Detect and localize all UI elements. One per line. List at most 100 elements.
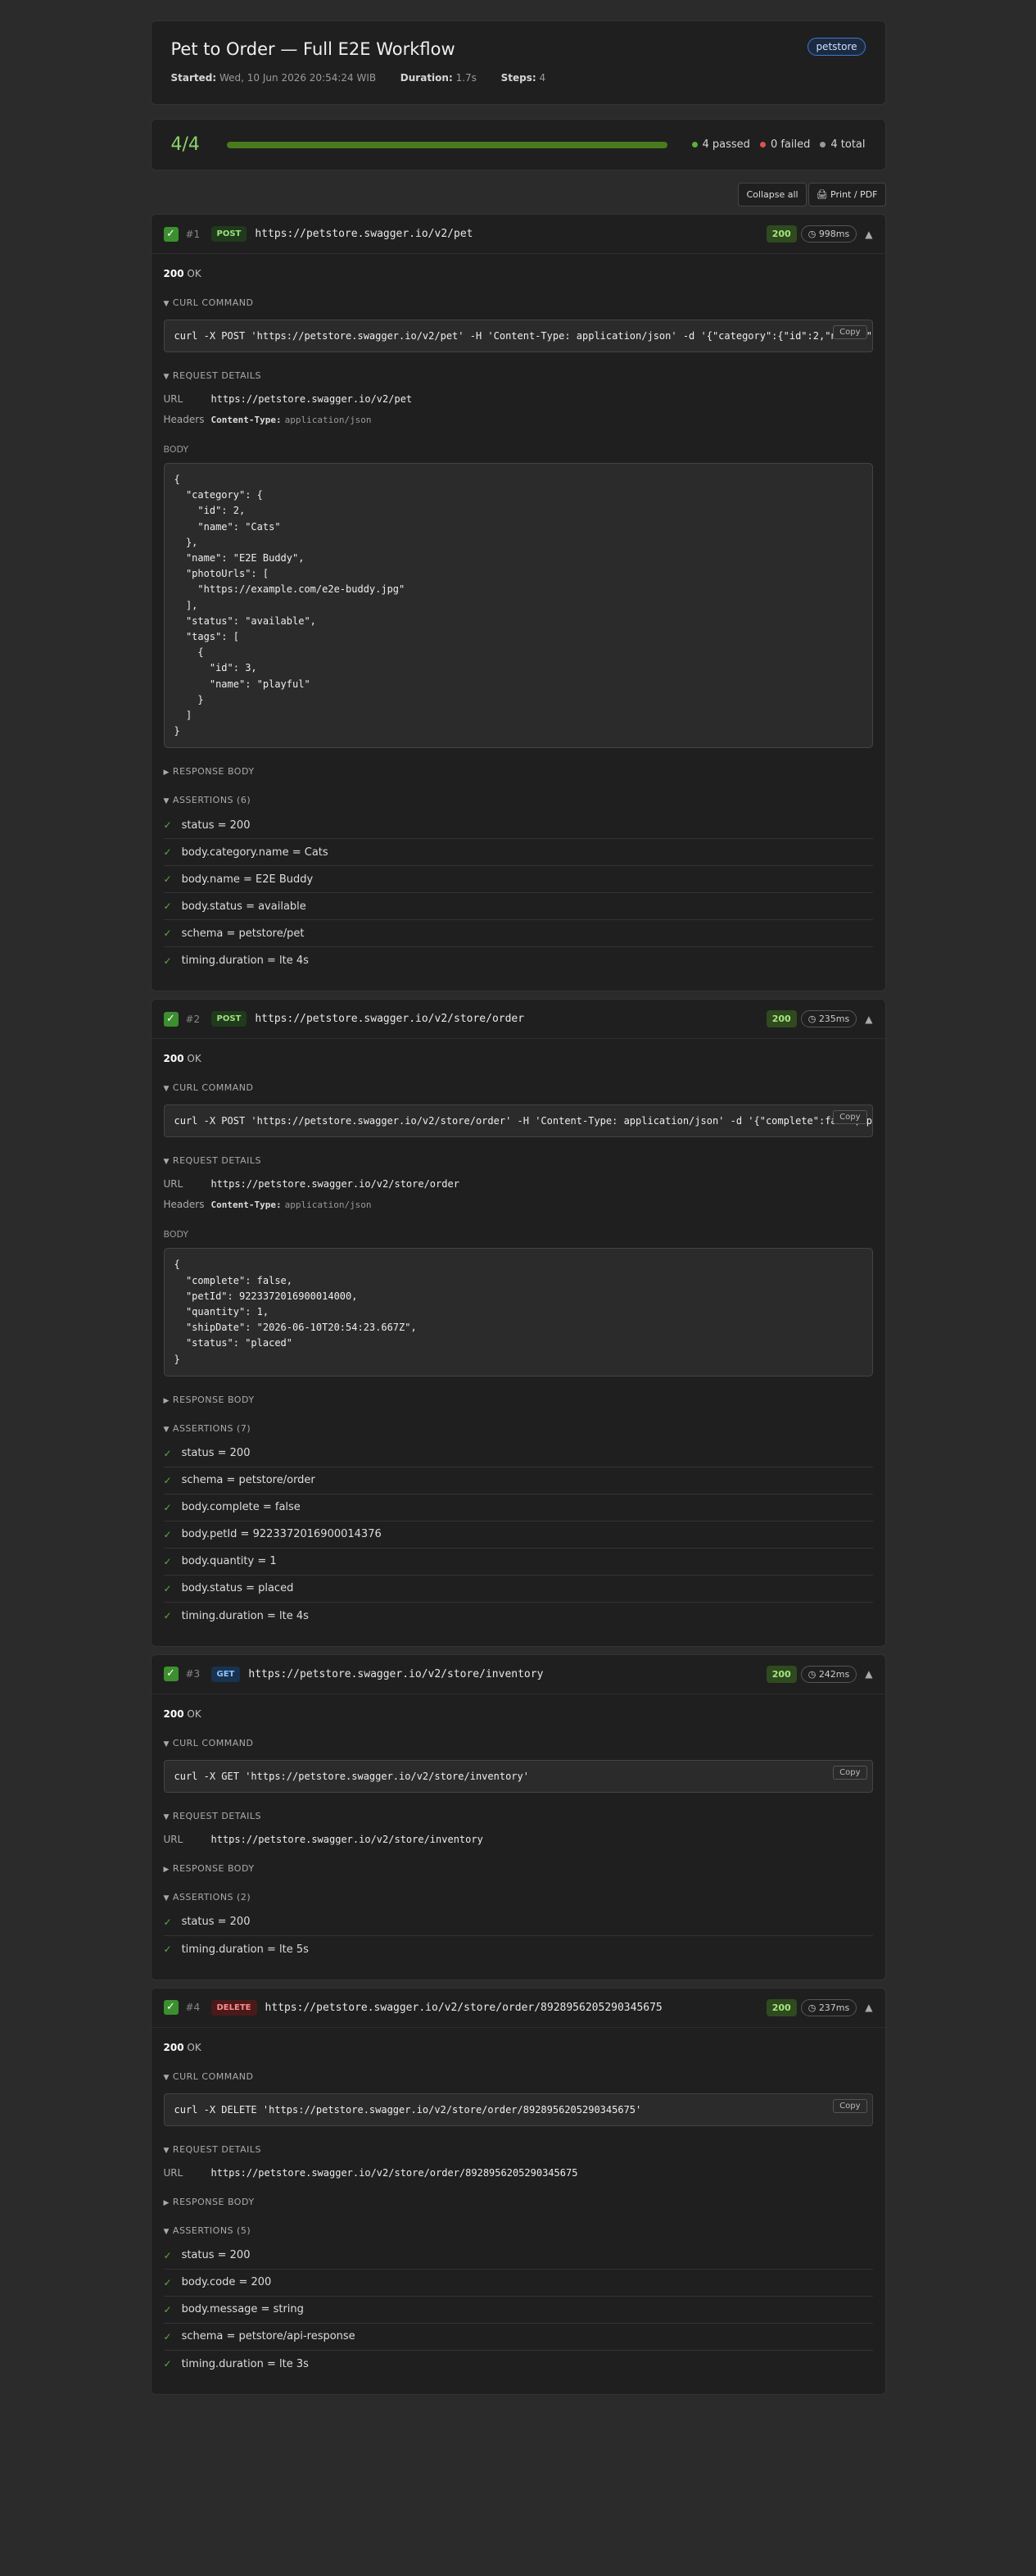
url-label: URL: [163, 393, 183, 405]
assertions-section-toggle[interactable]: ▼ ASSERTIONS (5): [164, 2225, 873, 2236]
collapse-all-button[interactable]: Collapse all: [738, 183, 807, 206]
step-number: #1: [185, 228, 201, 240]
response-section-toggle[interactable]: ▶ RESPONSE BODY: [164, 1395, 873, 1405]
chevron-up-icon[interactable]: ▲: [865, 229, 872, 240]
request-section-label: REQUEST DETAILS: [172, 370, 262, 381]
assertions-list: ✓ status = 200 ✓ schema = petstore/order ✓ bo…: [163, 1440, 873, 1630]
step-url: https://petstore.swagger.io/v2/store/ord…: [255, 1013, 525, 1026]
step-card: ✓ #4 DELETE https://petstore.swagger.io/…: [150, 1987, 886, 2395]
curl-section-label: CURL COMMAND: [172, 1737, 254, 1748]
request-section-label: REQUEST DETAILS: [172, 1155, 262, 1167]
url-label: URL: [163, 1833, 183, 1845]
duration-badge: ◷ 998ms: [800, 225, 857, 243]
request-section-toggle[interactable]: ▼ REQUEST DETAILS: [164, 370, 873, 381]
method-badge: POST: [210, 226, 247, 242]
assertions-section-toggle[interactable]: ▼ ASSERTIONS (6): [164, 795, 873, 805]
copy-button[interactable]: Copy: [833, 1765, 867, 1780]
request-headers-row: Headers Content-Type: application/json: [164, 414, 873, 425]
steps-list: ✓ #1 POST https://petstore.swagger.io/v2…: [150, 214, 886, 2395]
check-icon: ✓: [163, 1528, 172, 1540]
triangle-down-icon: ▼: [163, 2146, 170, 2155]
curl-section-label: CURL COMMAND: [172, 1082, 254, 1094]
request-body: { "category": { "id": 2, "name": "Cats" …: [163, 463, 873, 749]
assertion-text: schema = petstore/order: [181, 1474, 315, 1487]
triangle-right-icon: ▶: [163, 1865, 170, 1874]
assertion-row: ✓ schema = petstore/order: [163, 1467, 873, 1494]
assertion-text: timing.duration = lte 5s: [181, 1943, 309, 1956]
step-body: 200 OK ▼ CURL COMMAND curl -X POST 'https…: [152, 1039, 885, 1645]
assertion-text: timing.duration = lte 3s: [181, 2357, 309, 2370]
curl-section-toggle[interactable]: ▼ CURL COMMAND: [164, 2071, 873, 2082]
response-section-toggle[interactable]: ▶ RESPONSE BODY: [164, 2197, 873, 2207]
assertion-row: ✓ body.category.name = Cats: [163, 839, 873, 867]
method-badge: POST: [210, 1011, 247, 1027]
step-header[interactable]: ✓ #1 POST https://petstore.swagger.io/v2…: [151, 215, 885, 254]
step-header[interactable]: ✓ #3 GET https://petstore.swagger.io/v2/…: [151, 1655, 885, 1694]
request-url-row: URL https://petstore.swagger.io/v2/store/…: [164, 2167, 873, 2179]
assertion-row: ✓ body.petId = 9223372016900014376: [163, 1522, 873, 1549]
assertion-text: status = 200: [181, 819, 251, 832]
request-section-toggle[interactable]: ▼ REQUEST DETAILS: [164, 2144, 873, 2155]
curl-command: curl -X POST 'https://petstore.swagger.i…: [174, 1115, 873, 1127]
triangle-down-icon: ▼: [163, 1812, 170, 1821]
triangle-right-icon: ▶: [163, 1396, 170, 1405]
check-icon: ✓: [163, 1943, 172, 1956]
assertion-text: body.message = string: [181, 2303, 304, 2316]
chevron-up-icon[interactable]: ▲: [865, 1668, 872, 1680]
print-pdf-button[interactable]: 🖨 Print / PDF: [808, 183, 886, 206]
assertion-row: ✓ status = 200: [163, 1440, 873, 1467]
triangle-down-icon: ▼: [163, 1085, 170, 1094]
assertion-row: ✓ status = 200: [163, 812, 873, 840]
status-code-badge: 200: [766, 1010, 797, 1028]
copy-button[interactable]: Copy: [833, 1110, 867, 1125]
request-section-label: REQUEST DETAILS: [172, 1810, 262, 1821]
response-section-toggle[interactable]: ▶ RESPONSE BODY: [164, 1863, 873, 1874]
step-header[interactable]: ✓ #4 DELETE https://petstore.swagger.io/…: [151, 1989, 885, 2028]
check-icon: ✓: [163, 2303, 172, 2315]
curl-section-toggle[interactable]: ▼ CURL COMMAND: [164, 1082, 873, 1093]
triangle-down-icon: ▼: [163, 797, 170, 806]
copy-button[interactable]: Copy: [833, 325, 867, 339]
assertion-row: ✓ body.complete = false: [163, 1494, 873, 1522]
header-value: application/json: [284, 1199, 372, 1210]
passed-dot-icon: [691, 142, 698, 147]
response-status: 200 OK: [164, 1694, 873, 1720]
response-section-toggle[interactable]: ▶ RESPONSE BODY: [164, 766, 873, 777]
url-label: URL: [163, 2166, 183, 2179]
request-section-toggle[interactable]: ▼ REQUEST DETAILS: [164, 1811, 873, 1821]
assertion-text: timing.duration = lte 4s: [181, 1609, 309, 1622]
curl-section-toggle[interactable]: ▼ CURL COMMAND: [164, 1738, 873, 1748]
copy-button[interactable]: Copy: [833, 2098, 867, 2113]
check-icon: ✓: [163, 1474, 172, 1486]
request-section-toggle[interactable]: ▼ REQUEST DETAILS: [164, 1155, 873, 1166]
request-headers-row: Headers Content-Type: application/json: [164, 1199, 873, 1210]
check-icon: ✓: [163, 955, 172, 967]
assertions-section-label: ASSERTIONS (2): [172, 1891, 251, 1903]
step-body: 200 OK ▼ CURL COMMAND curl -X GET 'https:…: [152, 1694, 885, 1980]
triangle-down-icon: ▼: [163, 2227, 170, 2236]
report-container: Pet to Order — Full E2E Workflow petstor…: [150, 0, 886, 2395]
response-section-label: RESPONSE BODY: [172, 1394, 255, 1405]
request-body-json: { "category": { "id": 2, "name": "Cats" …: [174, 474, 405, 737]
response-section-label: RESPONSE BODY: [172, 2196, 255, 2207]
assertion-row: ✓ status = 200: [163, 1909, 873, 1936]
chevron-up-icon[interactable]: ▲: [865, 2002, 872, 2013]
assertions-section-toggle[interactable]: ▼ ASSERTIONS (2): [164, 1892, 873, 1903]
check-icon: ✓: [163, 1011, 179, 1027]
check-icon: ✓: [163, 2000, 179, 2016]
curl-box: curl -X POST 'https://petstore.swagger.i…: [163, 320, 873, 352]
triangle-down-icon: ▼: [163, 373, 170, 381]
url-label: URL: [163, 1178, 183, 1190]
steps-label: Steps:: [500, 72, 536, 84]
check-icon: ✓: [163, 226, 179, 242]
check-icon: ✓: [163, 900, 172, 913]
curl-section-toggle[interactable]: ▼ CURL COMMAND: [164, 297, 873, 308]
assertions-section-toggle[interactable]: ▼ ASSERTIONS (7): [164, 1423, 873, 1434]
method-badge: GET: [210, 1666, 241, 1682]
assertion-row: ✓ timing.duration = lte 3s: [164, 2351, 873, 2378]
chevron-up-icon[interactable]: ▲: [865, 1014, 872, 1025]
status-code-badge: 200: [766, 1665, 797, 1683]
started-label: Started:: [170, 72, 217, 84]
step-header[interactable]: ✓ #2 POST https://petstore.swagger.io/v2…: [151, 1000, 885, 1040]
started-value: Wed, 10 Jun 2026 20:54:24 WIB: [219, 72, 377, 84]
